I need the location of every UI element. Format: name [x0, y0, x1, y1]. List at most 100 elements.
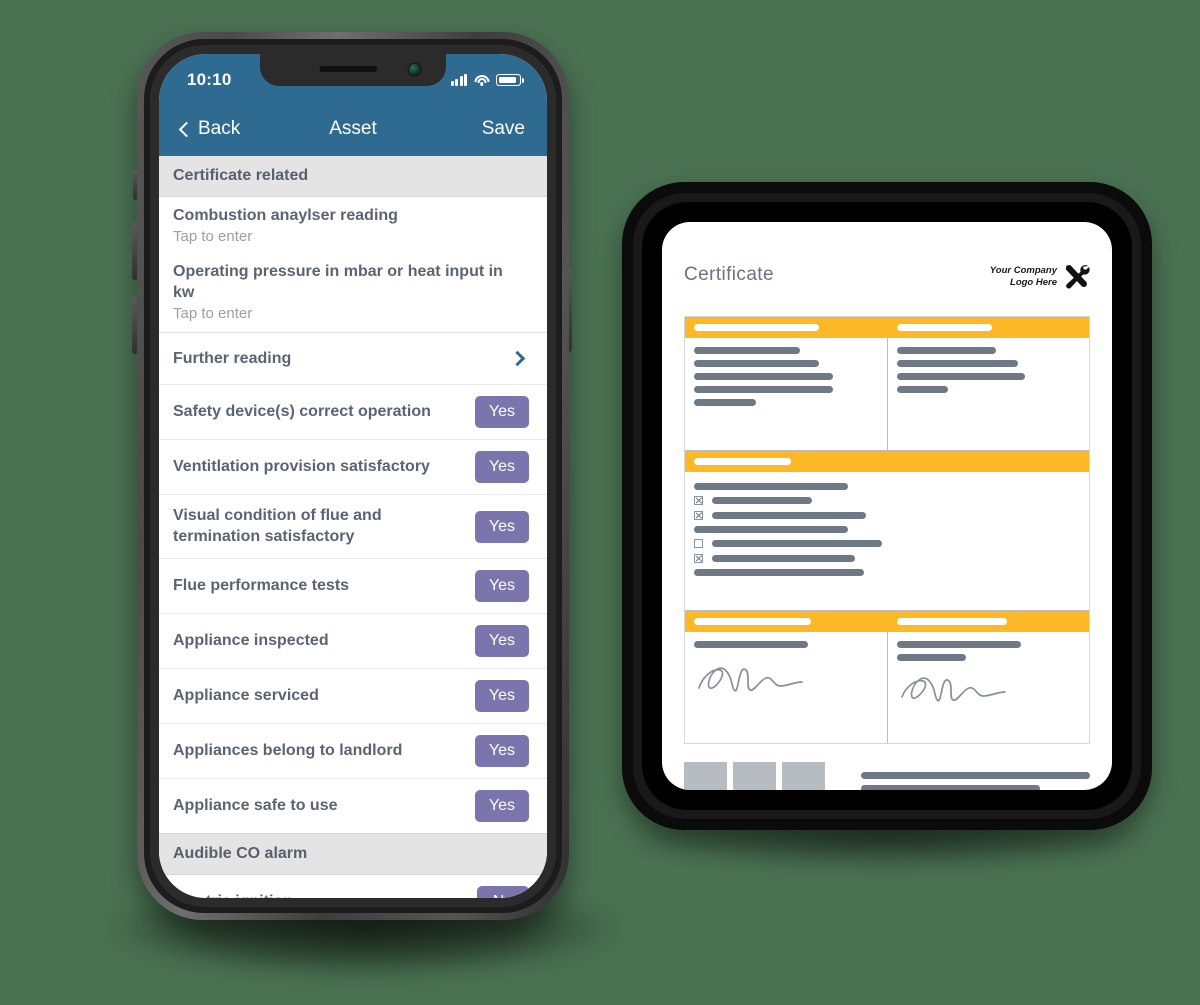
certificate-document: Certificate Your Company Logo Here	[662, 222, 1112, 790]
checklist-item[interactable]	[694, 496, 1080, 505]
handwritten-signature	[698, 667, 803, 692]
toggle-row-appliance-serviced[interactable]: Appliance serviced Yes	[159, 669, 547, 725]
field-placeholder: Tap to enter	[173, 228, 253, 246]
toggle-value-badge[interactable]: No	[477, 886, 529, 898]
toggle-label: Appliance serviced	[173, 687, 319, 705]
crossed-tools-icon	[1064, 264, 1090, 290]
company-logo: Your Company Logo Here	[990, 264, 1090, 290]
toggle-value-badge[interactable]: Yes	[474, 625, 529, 658]
field-label: Operating pressure in mbar or heat input…	[173, 263, 503, 301]
toggle-label: Visual condition of flue and termination…	[173, 507, 382, 545]
toggle-value-badge[interactable]: Yes	[474, 790, 529, 823]
toggle-row-appliance-inspected[interactable]: Appliance inspected Yes	[159, 614, 547, 670]
front-camera-icon	[409, 64, 420, 75]
company-logo-line-1: Your Company	[989, 264, 1057, 276]
cell-body	[685, 632, 887, 743]
tablet-frame-inner: Certificate Your Company Logo Here	[633, 193, 1141, 819]
back-button[interactable]: Back	[178, 118, 241, 140]
company-logo-line-2: Logo Here	[1010, 277, 1057, 288]
section-header-audible-co-alarm: Audible CO alarm	[159, 833, 547, 876]
chevron-right-icon	[509, 351, 526, 367]
toggle-label: Electric ignition	[173, 892, 293, 898]
signal-icon	[450, 74, 467, 86]
phone-notch	[260, 54, 446, 86]
certificate-footer	[684, 762, 1090, 790]
cell-header-bar	[887, 611, 1089, 632]
tablet-screen: Certificate Your Company Logo Here	[662, 222, 1112, 790]
battery-icon	[496, 74, 525, 86]
toggle-label: Appliance safe to use	[173, 797, 338, 815]
photo-thumbnail[interactable]	[684, 762, 727, 790]
checklist-item[interactable]	[694, 539, 1080, 548]
phone-device: 10:10 Back Asset Save Certificate relate…	[137, 32, 569, 920]
toggle-value-badge[interactable]: Yes	[474, 510, 529, 543]
certificate-cell-signature-left	[685, 611, 887, 743]
toggle-row-appliance-safe-to-use[interactable]: Appliance safe to use Yes	[159, 779, 547, 833]
checkbox-checked-icon[interactable]	[694, 554, 703, 563]
certificate-table	[684, 316, 1090, 744]
save-button[interactable]: Save	[482, 118, 525, 140]
photo-thumbnail[interactable]	[782, 762, 825, 790]
cell-body	[685, 472, 1089, 610]
toggle-label: Appliances belong to landlord	[173, 742, 403, 760]
cell-body	[888, 632, 1090, 742]
toggle-row-appliances-belong-to-landlord[interactable]: Appliances belong to landlord Yes	[159, 724, 547, 780]
nav-item-label: Further reading	[173, 349, 292, 367]
company-logo-text: Your Company Logo Here	[990, 265, 1057, 289]
asset-form-list[interactable]: Certificate related Combustion anaylser …	[159, 156, 547, 898]
certificate-cell-top-right	[886, 317, 1090, 450]
phone-screen: 10:10 Back Asset Save Certificate relate…	[159, 54, 547, 898]
cell-body	[685, 338, 887, 450]
back-button-label: Back	[198, 118, 241, 139]
toggle-row-safety-devices[interactable]: Safety device(s) correct operation Yes	[159, 385, 547, 441]
field-label: Combustion anaylser reading	[173, 207, 398, 224]
toggle-row-flue-performance-tests[interactable]: Flue performance tests Yes	[159, 559, 547, 615]
toggle-value-badge[interactable]: Yes	[474, 570, 529, 603]
phone-bezel: 10:10 Back Asset Save Certificate relate…	[150, 45, 556, 907]
chevron-left-icon	[178, 121, 195, 137]
footer-text-lines	[861, 770, 1090, 790]
toggle-row-ventilation-provision[interactable]: Ventitlation provision satisfactory Yes	[159, 440, 547, 496]
field-combustion-analyser-reading[interactable]: Combustion anaylser reading Tap to enter	[159, 197, 547, 253]
certificate-block-top	[685, 317, 1089, 450]
toggle-label: Ventitlation provision satisfactory	[173, 458, 430, 476]
status-bar-icons	[450, 70, 525, 86]
field-placeholder: Tap to enter	[173, 305, 253, 323]
checklist-item[interactable]	[694, 554, 1080, 563]
nav-item-further-reading[interactable]: Further reading	[159, 333, 547, 386]
phone-frame-inner: 10:10 Back Asset Save Certificate relate…	[144, 39, 562, 913]
navigation-bar: Back Asset Save	[159, 102, 547, 156]
toggle-row-visual-condition-flue[interactable]: Visual condition of flue and termination…	[159, 495, 547, 560]
checkbox-unchecked-icon[interactable]	[694, 539, 703, 548]
checkbox-checked-icon[interactable]	[694, 496, 703, 505]
toggle-value-badge[interactable]: Yes	[474, 735, 529, 768]
earpiece-speaker-icon	[319, 66, 378, 72]
wifi-icon	[474, 74, 489, 86]
cell-header-bar	[685, 611, 887, 632]
certificate-cell-top-left	[685, 317, 887, 450]
toggle-label: Flue performance tests	[173, 577, 350, 595]
photo-thumbnail[interactable]	[733, 762, 776, 790]
checkbox-checked-icon[interactable]	[694, 511, 703, 520]
status-bar-time: 10:10	[187, 70, 232, 89]
photo-thumbnail-list	[684, 762, 825, 790]
certificate-cell-signature-right	[886, 611, 1090, 743]
toggle-value-badge[interactable]: Yes	[474, 396, 529, 429]
section-header-certificate-related: Certificate related	[159, 156, 547, 197]
scene: 10:10 Back Asset Save Certificate relate…	[0, 0, 1200, 1005]
toggle-row-electric-ignition[interactable]: Electric ignition No	[159, 875, 547, 898]
handwritten-signature	[900, 677, 1006, 702]
tablet-bezel: Certificate Your Company Logo Here	[642, 202, 1132, 810]
toggle-value-badge[interactable]: Yes	[474, 680, 529, 713]
toggle-label: Safety device(s) correct operation	[173, 403, 431, 421]
cell-header-bar	[685, 317, 887, 338]
checklist-item[interactable]	[694, 511, 1080, 520]
certificate-header: Certificate Your Company Logo Here	[684, 264, 1090, 290]
tablet-device: Certificate Your Company Logo Here	[622, 182, 1152, 830]
certificate-block-middle	[685, 450, 1089, 610]
cell-body	[888, 338, 1090, 444]
toggle-value-badge[interactable]: Yes	[474, 451, 529, 484]
cell-header-bar	[887, 317, 1089, 338]
certificate-block-signatures	[685, 610, 1089, 743]
field-operating-pressure[interactable]: Operating pressure in mbar or heat input…	[159, 253, 547, 334]
